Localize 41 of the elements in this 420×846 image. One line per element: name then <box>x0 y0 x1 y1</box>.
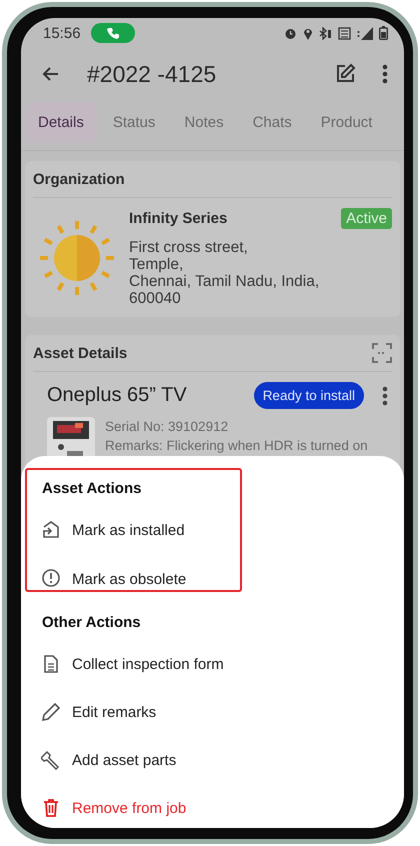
location-icon <box>303 26 313 40</box>
scan-icon[interactable] <box>372 343 392 363</box>
alarm-icon <box>284 26 297 40</box>
action-item[interactable]: Add asset parts <box>41 736 240 784</box>
action-item[interactable]: Edit remarks <box>41 688 240 736</box>
address-line: 600040 <box>129 290 182 307</box>
document-icon <box>41 654 61 674</box>
more-icon[interactable] <box>382 386 388 406</box>
wrench-icon <box>41 750 61 770</box>
address-line: Chennai, Tamil Nadu, India, <box>129 273 320 290</box>
edit-icon[interactable] <box>334 63 356 85</box>
status-badge: Active <box>341 208 392 229</box>
section-title: Asset Actions <box>42 479 142 499</box>
volte-icon <box>338 26 351 40</box>
signal-icon <box>357 26 373 40</box>
sun-icon <box>37 218 117 298</box>
battery-icon <box>379 26 388 40</box>
action-item[interactable]: Remove from job <box>41 784 240 828</box>
more-icon[interactable] <box>382 64 388 84</box>
trash-icon <box>41 798 61 818</box>
call-indicator <box>90 23 135 43</box>
card-heading: Asset Details <box>33 344 128 362</box>
status-badge: Ready to install <box>254 382 364 409</box>
enter-icon <box>41 520 61 540</box>
organization-name: Infinity Series <box>129 210 228 227</box>
pencil-icon <box>41 702 61 722</box>
asset-name: Oneplus 65” TV <box>47 384 188 407</box>
alert-icon <box>41 568 61 588</box>
status-time: 15:56 <box>43 24 81 42</box>
section-title: Other Actions <box>42 613 142 633</box>
action-item[interactable]: Collect inspection form <box>41 640 240 688</box>
action-item[interactable]: Mark as installed <box>41 506 240 554</box>
remarks-text: Remarks: Flickering when HDR is turned on <box>105 437 368 455</box>
bluetooth-icon <box>319 26 332 40</box>
tab[interactable]: Details <box>25 102 97 142</box>
address-line: First cross street, <box>129 239 249 256</box>
address-line: Temple, <box>129 256 184 273</box>
job-title: #2022 -4125 <box>87 60 218 88</box>
serial-number: Serial No: 39102912 <box>105 418 230 436</box>
action-item[interactable]: Mark as obsolete <box>41 554 240 590</box>
card-heading: Organization <box>33 170 125 188</box>
